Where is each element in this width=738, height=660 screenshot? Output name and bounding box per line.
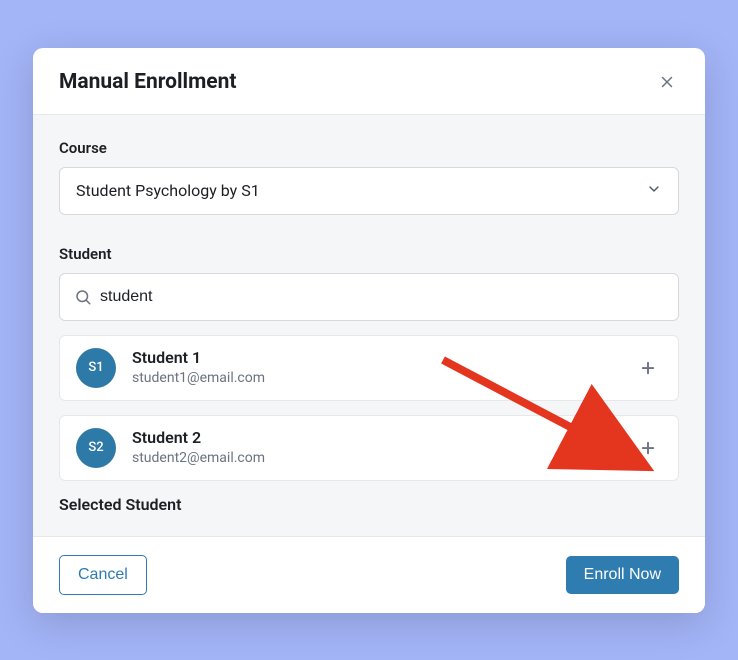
course-select-value: Student Psychology by S1 — [76, 181, 646, 200]
avatar: S2 — [76, 428, 116, 468]
student-email: student1@email.com — [132, 369, 634, 387]
student-label: Student — [59, 245, 679, 263]
plus-icon — [639, 359, 657, 377]
student-name: Student 2 — [132, 428, 634, 449]
student-row: S2 Student 2 student2@email.com — [59, 415, 679, 481]
student-info: Student 1 student1@email.com — [132, 348, 634, 387]
manual-enrollment-modal: Manual Enrollment Course Student Psychol… — [33, 48, 705, 613]
course-select[interactable]: Student Psychology by S1 — [59, 167, 679, 215]
modal-title: Manual Enrollment — [59, 70, 237, 94]
selected-student-heading: Selected Student — [59, 495, 679, 514]
student-info: Student 2 student2@email.com — [132, 428, 634, 467]
close-button[interactable] — [655, 70, 679, 94]
student-email: student2@email.com — [132, 449, 634, 467]
course-label: Course — [59, 139, 679, 157]
cancel-button[interactable]: Cancel — [59, 555, 147, 595]
plus-icon — [639, 439, 657, 457]
enroll-button[interactable]: Enroll Now — [566, 556, 679, 594]
add-student-button[interactable] — [634, 434, 662, 462]
student-search-wrap — [59, 273, 679, 321]
search-icon — [74, 288, 92, 306]
modal-header: Manual Enrollment — [33, 48, 705, 115]
avatar: S1 — [76, 348, 116, 388]
add-student-button[interactable] — [634, 354, 662, 382]
chevron-down-icon — [646, 181, 662, 201]
student-search-input[interactable] — [100, 288, 664, 306]
student-name: Student 1 — [132, 348, 634, 369]
modal-body: Course Student Psychology by S1 Student — [33, 115, 705, 536]
close-icon — [658, 73, 676, 91]
student-row: S1 Student 1 student1@email.com — [59, 335, 679, 401]
modal-footer: Cancel Enroll Now — [33, 536, 705, 613]
